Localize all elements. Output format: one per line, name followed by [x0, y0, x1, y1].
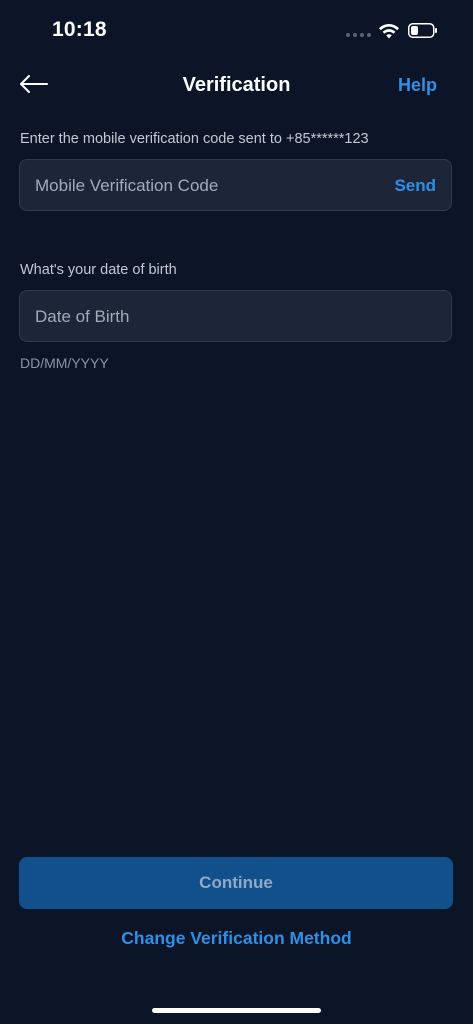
verification-screen: 10:18 Verification Help Enter the mobile…	[0, 0, 473, 1024]
mobile-code-label: Enter the mobile verification code sent …	[20, 131, 369, 147]
status-time: 10:18	[52, 18, 107, 41]
change-verification-method-link[interactable]: Change Verification Method	[0, 928, 473, 949]
send-code-button[interactable]: Send	[394, 176, 436, 196]
mobile-code-placeholder: Mobile Verification Code	[35, 176, 219, 195]
cellular-signal-icon	[346, 33, 371, 37]
continue-button[interactable]: Continue	[19, 857, 453, 909]
date-of-birth-placeholder: Date of Birth	[35, 307, 130, 326]
date-of-birth-label: What's your date of birth	[20, 262, 177, 278]
wifi-icon	[379, 23, 399, 39]
date-of-birth-input[interactable]: Date of Birth	[19, 290, 452, 342]
battery-icon	[408, 23, 437, 38]
home-indicator[interactable]	[152, 1008, 321, 1013]
date-format-hint: DD/MM/YYYY	[20, 355, 109, 371]
mobile-code-input[interactable]: Mobile Verification Code Send	[19, 159, 452, 211]
status-bar: 10:18	[0, 0, 473, 60]
help-link[interactable]: Help	[398, 75, 437, 96]
nav-bar: Verification Help	[0, 62, 473, 108]
